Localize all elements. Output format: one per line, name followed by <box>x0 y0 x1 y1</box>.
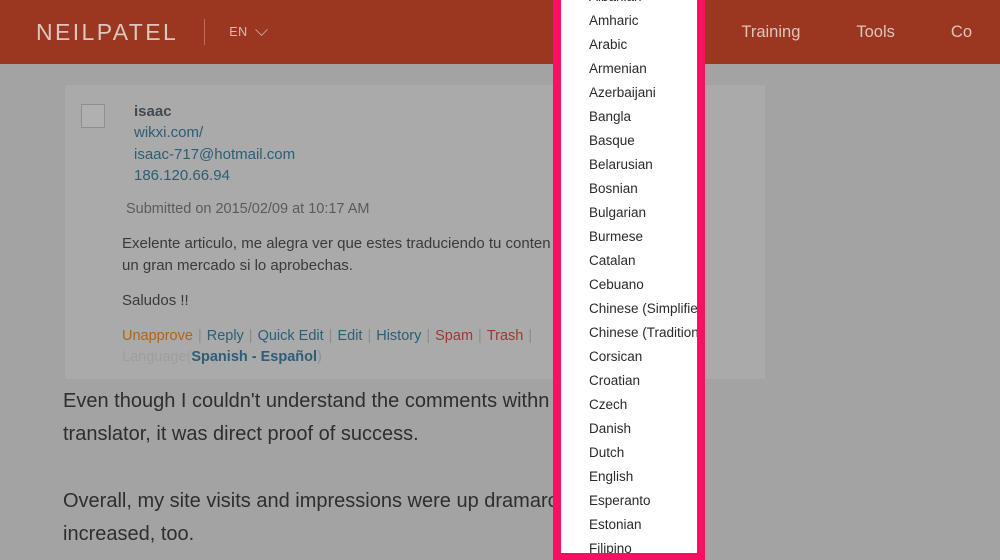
language-option[interactable]: Estonian <box>561 513 697 537</box>
action-separator: | <box>367 328 372 345</box>
language-switcher-label: EN <box>229 25 248 39</box>
language-option[interactable]: English <box>561 465 697 489</box>
language-option[interactable]: Belarusian <box>561 153 697 177</box>
language-option[interactable]: Czech <box>561 393 697 417</box>
action-separator: | <box>528 328 533 345</box>
site-header: NEILPATEL EN g Training Tools Co <box>0 0 1000 64</box>
language-option[interactable]: Arabic <box>561 33 697 57</box>
comment-author-ip[interactable]: 186.120.66.94 <box>134 165 295 186</box>
action-spam[interactable]: Spam <box>435 328 473 344</box>
language-option[interactable]: Esperanto <box>561 489 697 513</box>
comment-author-email[interactable]: isaac-717@hotmail.com <box>134 144 295 165</box>
language-option[interactable]: Bulgarian <box>561 201 697 225</box>
action-separator: | <box>197 328 202 345</box>
action-separator: | <box>248 328 253 345</box>
comment-language-suffix: ) <box>317 349 322 366</box>
nav-item-tools[interactable]: Tools <box>828 23 923 42</box>
comment-language-prefix: Language( <box>122 349 192 366</box>
comment-author-name: isaac <box>134 103 172 120</box>
chevron-down-icon <box>254 22 268 36</box>
language-dropdown-list: AlbanianAmharicArabicArmenianAzerbaijani… <box>561 0 697 553</box>
comment-language-value[interactable]: Spanish - Español <box>191 349 317 365</box>
language-option[interactable]: Basque <box>561 129 697 153</box>
language-option[interactable]: Corsican <box>561 345 697 369</box>
action-trash[interactable]: Trash <box>487 328 524 344</box>
action-separator: | <box>426 328 431 345</box>
action-quick-edit[interactable]: Quick Edit <box>258 328 324 344</box>
language-option[interactable]: Armenian <box>561 57 697 81</box>
language-option[interactable]: Chinese (Simplified) <box>561 297 697 321</box>
brand-block: NEILPATEL EN <box>0 19 268 46</box>
article-paragraph-2: Overall, my site visits and impressions … <box>63 485 943 551</box>
comment-select-checkbox[interactable] <box>81 104 105 128</box>
page-body: isaac wikxi.com/ isaac-717@hotmail.com 1… <box>0 64 1000 560</box>
action-unapprove[interactable]: Unapprove <box>122 328 193 344</box>
action-edit[interactable]: Edit <box>337 328 362 344</box>
article-paragraph-2-line-1: Overall, my site visits and impressions … <box>63 490 541 512</box>
brand-logo[interactable]: NEILPATEL <box>36 19 178 46</box>
article-paragraph-1-line-1: Even though I couldn't understand the co… <box>63 390 539 412</box>
language-option[interactable]: Dutch <box>561 441 697 465</box>
language-option[interactable]: Catalan <box>561 249 697 273</box>
comment-author-block: isaac wikxi.com/ isaac-717@hotmail.com 1… <box>134 101 295 186</box>
language-option[interactable]: Croatian <box>561 369 697 393</box>
action-separator: | <box>478 328 482 345</box>
language-option[interactable]: Cebuano <box>561 273 697 297</box>
language-option[interactable]: Albanian <box>561 0 697 9</box>
brand-divider <box>204 19 206 45</box>
action-reply[interactable]: Reply <box>207 328 244 344</box>
language-option[interactable]: Chinese (Traditional) <box>561 321 697 345</box>
language-option[interactable]: Burmese <box>561 225 697 249</box>
comment-body-line-1: Exelente articulo, me alegra ver que est… <box>122 235 551 253</box>
comment-author-site[interactable]: wikxi.com/ <box>134 122 295 143</box>
action-history[interactable]: History <box>376 328 421 344</box>
nav-item-training[interactable]: Training <box>713 23 828 42</box>
article-paragraph-1: Even though I couldn't understand the co… <box>63 385 943 451</box>
language-option[interactable]: Danish <box>561 417 697 441</box>
language-dropdown[interactable]: AlbanianAmharicArabicArmenianAzerbaijani… <box>553 0 705 560</box>
nav-item-consulting[interactable]: Co <box>923 23 1000 42</box>
language-option[interactable]: Filipino <box>561 537 697 553</box>
article-paragraph-2-line-2: increased, too. <box>63 523 195 545</box>
language-option[interactable]: Bangla <box>561 105 697 129</box>
language-option[interactable]: Azerbaijani <box>561 81 697 105</box>
language-switcher[interactable]: EN <box>229 22 268 39</box>
language-option[interactable]: Bosnian <box>561 177 697 201</box>
action-separator: | <box>328 328 333 345</box>
language-option[interactable]: Amharic <box>561 9 697 33</box>
article-paragraph-1-line-2: translator, it was direct proof of succe… <box>63 423 419 445</box>
